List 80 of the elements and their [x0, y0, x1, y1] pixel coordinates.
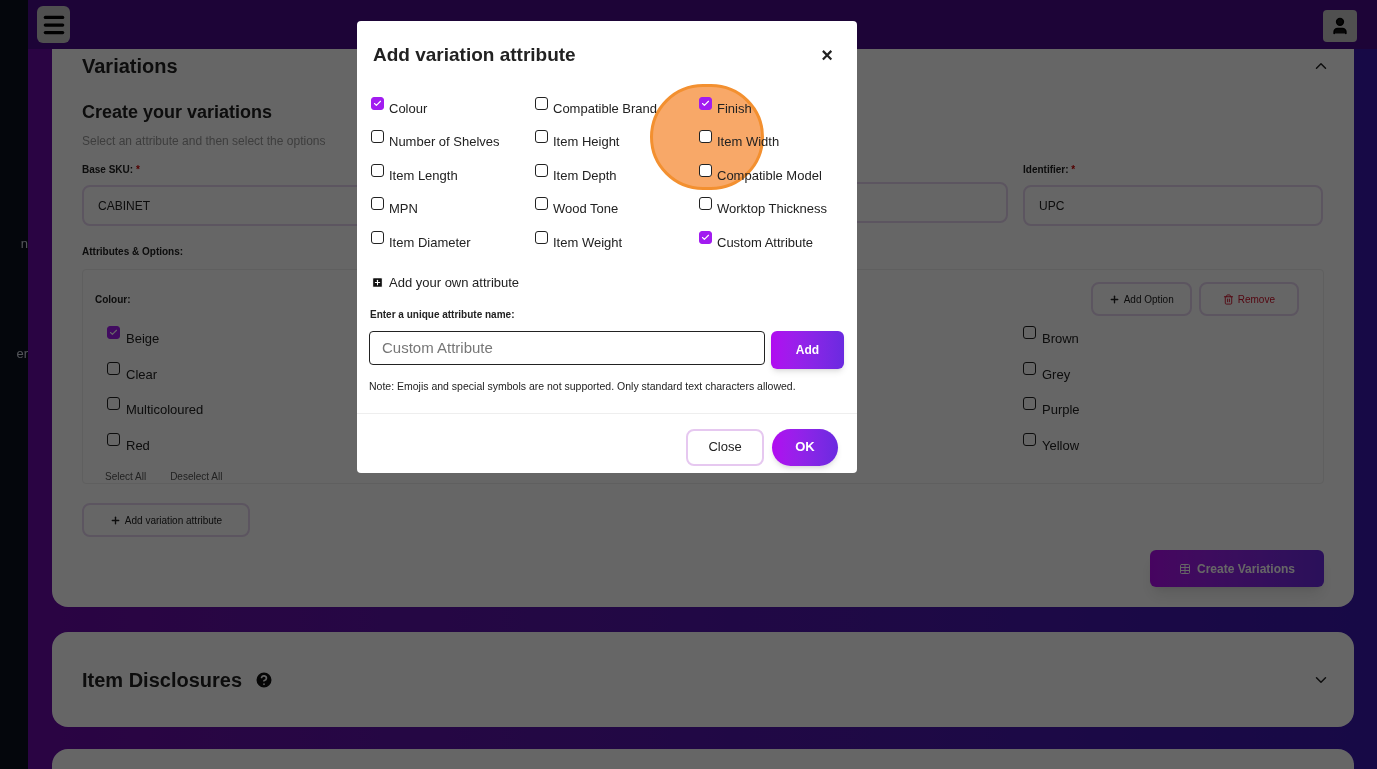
checkbox[interactable] — [107, 361, 120, 375]
checkbox[interactable] — [371, 230, 384, 244]
checkbox[interactable] — [535, 230, 548, 244]
help-icon[interactable] — [254, 669, 275, 690]
checkbox[interactable] — [107, 432, 120, 446]
check-icon — [373, 98, 382, 108]
checkbox[interactable] — [371, 163, 384, 177]
attribute-name-input[interactable]: Custom Attribute — [369, 330, 765, 365]
sidebar-item[interactable]: er — [16, 343, 28, 363]
heading: Create your variations — [82, 101, 273, 125]
attribute-option: Item Length — [389, 165, 458, 185]
checkbox[interactable] — [371, 197, 384, 210]
create-variations-button[interactable]: Create Variations — [1150, 550, 1324, 588]
plus-icon — [1108, 293, 1120, 305]
checkbox[interactable] — [371, 96, 384, 110]
attribute-option: Compatible Brand — [553, 98, 658, 118]
option-label: Beige — [126, 330, 160, 349]
option-label: Purple — [1042, 401, 1080, 420]
note: Note: Emojis and special symbols are not supported. Only standard text characters allowed. — [369, 378, 797, 394]
check-icon — [109, 328, 118, 338]
attribute-option: Custom Attribute — [717, 232, 814, 252]
option-label: Yellow — [1042, 436, 1080, 455]
checkbox[interactable] — [1023, 397, 1036, 411]
user-icon — [1330, 16, 1350, 36]
attribute-option: MPN — [389, 199, 418, 219]
attribute-name: Colour: — [95, 292, 131, 307]
add-own-attribute-link[interactable]: Add your own attribute — [371, 273, 520, 293]
option-label: Grey — [1042, 365, 1071, 384]
checkbox[interactable] — [699, 130, 712, 143]
field-label: Identifier: * — [1023, 163, 1076, 178]
checkbox[interactable] — [535, 163, 548, 177]
field-label: Base SKU: * — [82, 163, 140, 178]
attribute-option: Wood Tone — [553, 199, 619, 219]
check-icon — [701, 98, 710, 108]
section-title: Variations — [82, 54, 178, 80]
checkbox[interactable] — [699, 230, 712, 244]
add-option-button[interactable]: Add Option — [1090, 282, 1192, 317]
option-label: Brown — [1042, 330, 1079, 349]
attribute-option: Worktop Thickness — [717, 199, 828, 219]
checkbox[interactable] — [1023, 361, 1036, 375]
check-icon — [701, 232, 710, 242]
close-button[interactable]: × — [821, 45, 833, 66]
plus-icon — [109, 514, 121, 526]
attribute-option: Item Weight — [553, 232, 623, 252]
attribute-option: Finish — [717, 98, 752, 118]
add-variation-attribute-button[interactable]: Add variation attribute — [82, 503, 250, 538]
select-all-link[interactable]: Select All — [105, 469, 147, 485]
deselect-all-link[interactable]: Deselect All — [170, 469, 223, 485]
checkbox[interactable] — [107, 326, 120, 340]
attribute-option: Item Depth — [553, 165, 617, 185]
attribute-option: Colour — [389, 98, 428, 118]
checkbox[interactable] — [535, 197, 548, 210]
plus-square-icon — [371, 276, 384, 290]
checkbox[interactable] — [699, 197, 712, 210]
checkbox[interactable] — [371, 130, 384, 143]
option-label: Red — [126, 436, 150, 455]
option-label: Clear — [126, 365, 158, 384]
close-button[interactable]: Close — [686, 428, 764, 466]
attribute-option: Item Height — [553, 132, 620, 152]
checkbox[interactable] — [535, 130, 548, 143]
ok-button[interactable]: OK — [772, 428, 838, 466]
sidebar-item[interactable]: n — [20, 234, 28, 254]
add-button[interactable]: Add — [771, 330, 844, 369]
table-icon — [1178, 562, 1191, 575]
field-label: Enter a unique attribute name: — [370, 307, 516, 322]
attribute-option: Item Diameter — [389, 232, 471, 252]
checkbox[interactable] — [107, 397, 120, 411]
trash-icon — [1222, 293, 1234, 305]
checkbox[interactable] — [1023, 432, 1036, 446]
checkbox[interactable] — [1023, 326, 1036, 340]
field-label: Attributes & Options: — [82, 245, 184, 260]
attribute-option: Number of Shelves — [389, 132, 500, 152]
menu-button[interactable] — [37, 6, 70, 43]
option-label: Multicoloured — [126, 401, 204, 420]
remove-button[interactable]: Remove — [1198, 282, 1299, 317]
user-button[interactable] — [1323, 10, 1357, 42]
dialog-title: Add variation attribute — [373, 43, 576, 67]
text-field[interactable]: UPC — [1023, 185, 1323, 227]
section-title: Item Disclosures — [82, 667, 243, 693]
checkbox[interactable] — [535, 96, 548, 110]
